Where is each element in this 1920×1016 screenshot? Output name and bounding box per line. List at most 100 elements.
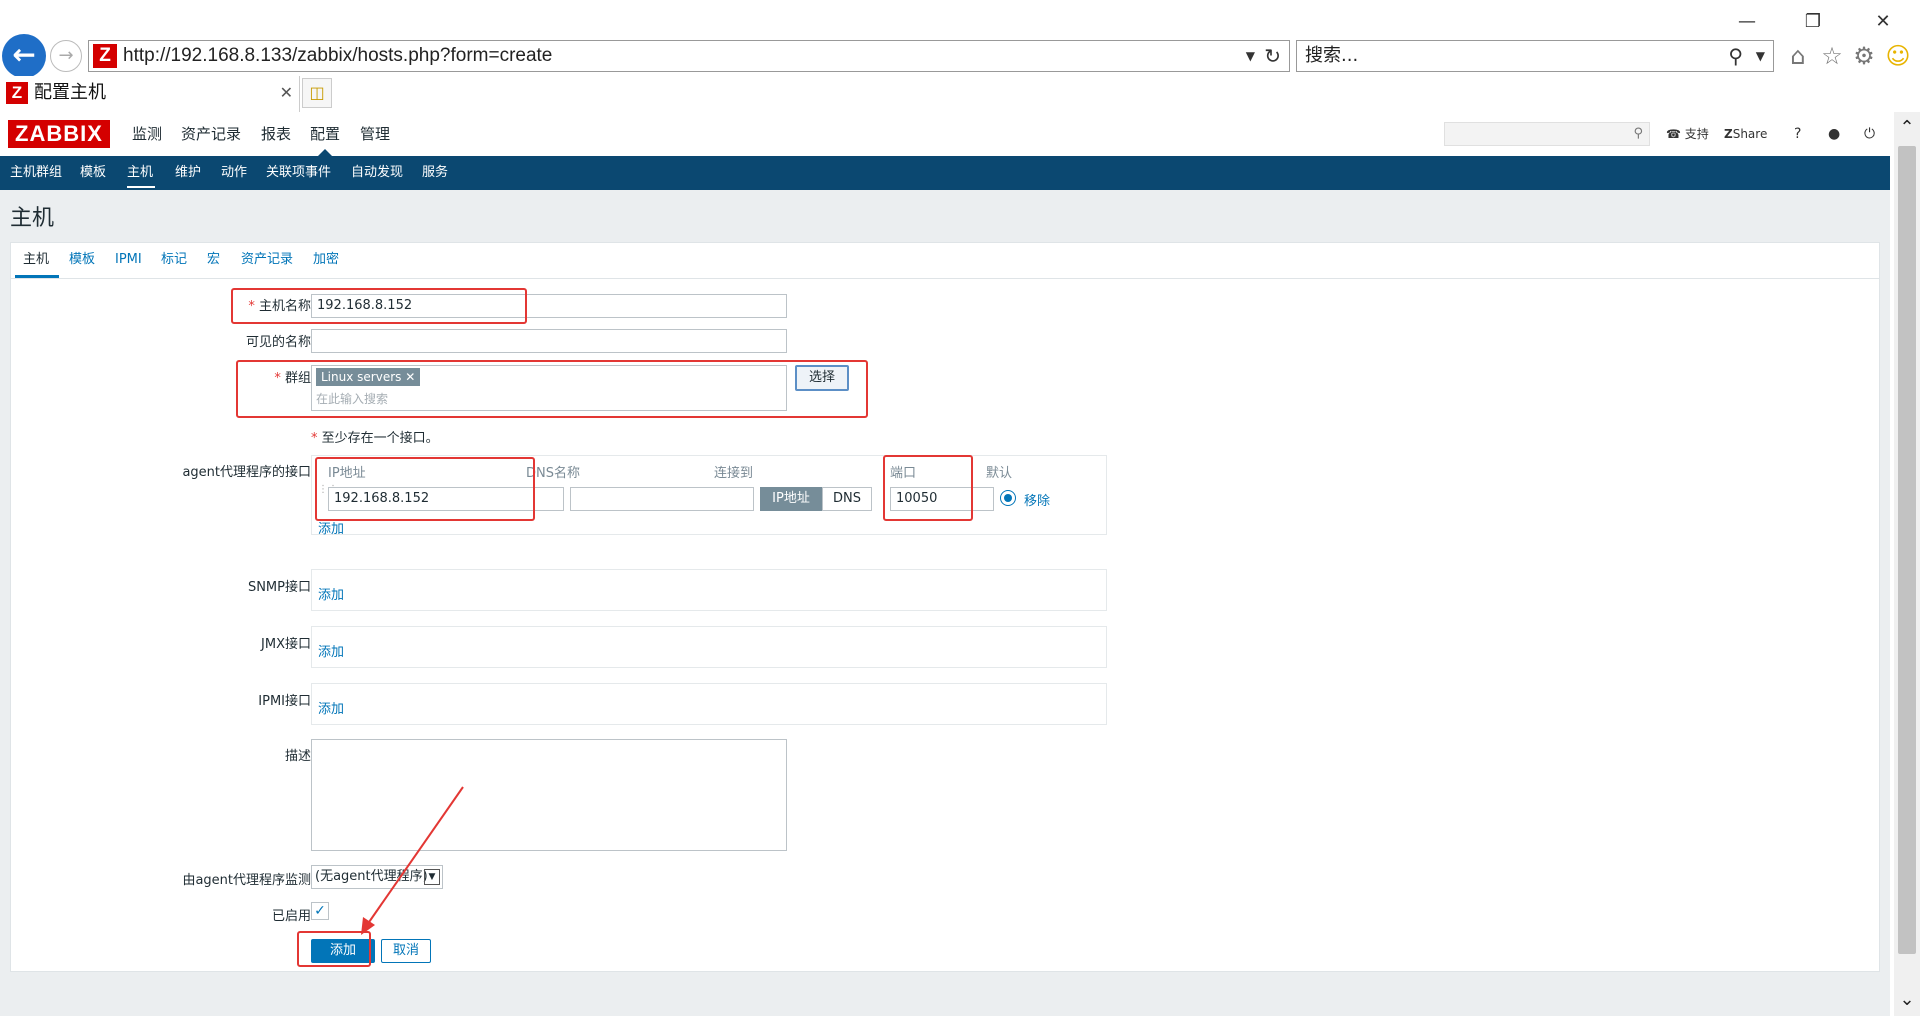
tab-inventory[interactable]: 资产记录 (241, 243, 293, 277)
arrow-right-icon: → (58, 45, 74, 66)
annotation-box (236, 360, 868, 418)
tab-templates[interactable]: 模板 (69, 243, 95, 277)
agent-interfaces-label: agent代理程序的接口 (182, 465, 311, 480)
top-menu-inventory[interactable]: 资产记录 (181, 112, 241, 156)
submenu-actions[interactable]: 动作 (221, 156, 247, 190)
chevron-down-icon[interactable]: ▼ (1246, 41, 1255, 71)
tab-host[interactable]: 主机 (23, 243, 49, 277)
snmp-label: SNMP接口 (247, 580, 311, 595)
zabbix-logo[interactable]: ZABBIX (8, 120, 110, 148)
default-radio[interactable] (1000, 490, 1016, 506)
visible-name-input[interactable] (311, 329, 787, 353)
enabled-checkbox[interactable]: ✓ (311, 902, 329, 920)
star-icon[interactable]: ☆ (1818, 42, 1846, 70)
visible-name-label: 可见的名称 (245, 335, 311, 350)
forward-button[interactable]: → (50, 40, 82, 72)
logout-icon[interactable]: ⏻ (1864, 112, 1875, 156)
tab-tags[interactable]: 标记 (161, 243, 187, 277)
annotation-box (315, 457, 535, 521)
col-default: 默认 (986, 466, 1013, 481)
enabled-label: 已启用 (271, 909, 311, 924)
form-tabs: 主机 模板 IPMI 标记 宏 资产记录 加密 (11, 243, 1879, 279)
refresh-icon[interactable]: ↻ (1264, 41, 1281, 71)
connect-dns-toggle[interactable]: DNS (822, 487, 872, 511)
interface-note: * 至少存在一个接口。 (311, 431, 439, 446)
add-ipmi-interface-link[interactable]: 添加 (318, 698, 344, 717)
col-connect: 连接到 (714, 466, 754, 481)
active-menu-marker (318, 149, 332, 156)
submenu-hosts[interactable]: 主机 (127, 156, 153, 190)
submenu-host-groups[interactable]: 主机群组 (10, 156, 62, 190)
top-menu-administration[interactable]: 管理 (360, 112, 390, 156)
submenu-event-correlation[interactable]: 关联项事件 (266, 156, 331, 190)
browser-window: — ❐ ✕ ← → Z http://192.168.8.133/zabbix/… (0, 0, 1920, 1016)
connect-ip-toggle[interactable]: IP地址 (760, 487, 822, 511)
remove-interface-link[interactable]: 移除 (1024, 490, 1050, 509)
search-icon[interactable]: ⚲ (1728, 41, 1743, 71)
headset-icon: ☎ (1666, 127, 1681, 141)
ipmi-label: IPMI接口 (258, 694, 311, 709)
browser-search-box[interactable]: 搜索... ⚲ ▼ (1296, 40, 1774, 72)
arrow-left-icon: ← (12, 38, 36, 71)
tab-macros[interactable]: 宏 (207, 243, 220, 277)
annotation-arrow (361, 786, 464, 935)
support-link[interactable]: ☎ 支持 (1666, 112, 1709, 156)
share-label: Share (1732, 127, 1768, 141)
zabbix-header: ZABBIX 监测 资产记录 报表 配置 管理 ⚲ ☎ 支持 ZShare ? … (0, 112, 1890, 156)
description-label: 描述 (284, 749, 311, 764)
add-jmx-interface-link[interactable]: 添加 (318, 641, 344, 660)
jmx-label: JMX接口 (261, 637, 311, 652)
sub-navigation: 主机群组 模板 主机 维护 动作 关联项事件 自动发现 服务 (0, 156, 1890, 190)
tab-ipmi[interactable]: IPMI (115, 243, 142, 277)
checkmark-icon: ✓ (314, 903, 326, 919)
tab-favicon-icon: Z (6, 82, 28, 104)
gear-icon[interactable]: ⚙ (1850, 42, 1878, 70)
host-form: 主机 模板 IPMI 标记 宏 资产记录 加密 * 主机名称 192.168.8… (10, 242, 1880, 972)
minimize-button[interactable]: — (1732, 10, 1762, 34)
new-tab-button[interactable]: ◫ (302, 78, 332, 108)
restore-button[interactable]: ❐ (1798, 10, 1828, 34)
site-favicon-icon: Z (93, 44, 117, 68)
back-button[interactable]: ← (2, 34, 46, 78)
close-window-button[interactable]: ✕ (1868, 10, 1898, 34)
page-content: 主机 主机 模板 IPMI 标记 宏 资产记录 加密 * 主机名称 192.16… (0, 190, 1890, 1016)
user-profile-icon[interactable]: ● (1828, 112, 1840, 156)
ipmi-box: 添加 (311, 683, 1107, 725)
annotation-box (231, 288, 527, 324)
address-url[interactable]: http://192.168.8.133/zabbix/hosts.php?fo… (123, 41, 552, 71)
share-link[interactable]: ZShare (1724, 112, 1767, 156)
submenu-services[interactable]: 服务 (422, 156, 448, 190)
tab-title: 配置主机 (34, 82, 106, 103)
top-menu-monitoring[interactable]: 监测 (132, 112, 162, 156)
jmx-box: 添加 (311, 626, 1107, 668)
scrollbar-thumb[interactable] (1898, 146, 1916, 954)
submenu-maintenance[interactable]: 维护 (175, 156, 201, 190)
submenu-templates[interactable]: 模板 (80, 156, 106, 190)
new-tab-icon: ◫ (309, 83, 325, 102)
close-tab-icon[interactable]: ✕ (280, 76, 293, 110)
monitored-by-label: 由agent代理程序监测 (182, 873, 311, 888)
scroll-down-icon[interactable]: ⌄ (1896, 988, 1918, 1012)
submenu-discovery[interactable]: 自动发现 (351, 156, 403, 190)
chevron-down-icon[interactable]: ▼ (1756, 41, 1765, 71)
scroll-up-icon[interactable]: ⌃ (1896, 116, 1918, 140)
tab-encryption[interactable]: 加密 (313, 243, 339, 277)
smiley-icon[interactable]: ☺ (1884, 42, 1912, 70)
active-tab-underline (15, 275, 59, 278)
radio-dot (1004, 494, 1012, 502)
active-submenu-underline (127, 186, 155, 188)
search-input[interactable]: 搜索... (1305, 41, 1358, 71)
snmp-box: 添加 (311, 569, 1107, 611)
add-snmp-interface-link[interactable]: 添加 (318, 584, 344, 603)
vertical-scrollbar[interactable]: ⌃ ⌄ (1894, 112, 1920, 1016)
support-label: 支持 (1684, 127, 1709, 141)
search-icon[interactable]: ⚲ (1633, 123, 1643, 145)
top-menu-reports[interactable]: 报表 (261, 112, 291, 156)
address-bar[interactable]: Z http://192.168.8.133/zabbix/hosts.php?… (88, 40, 1290, 72)
browser-tab[interactable]: Z 配置主机 ✕ (0, 76, 300, 112)
page-title: 主机 (10, 206, 55, 231)
dns-name-input[interactable] (570, 487, 754, 511)
home-icon[interactable]: ⌂ (1784, 42, 1812, 70)
help-link[interactable]: ? (1794, 112, 1801, 156)
zabbix-search-input[interactable]: ⚲ (1444, 122, 1650, 146)
